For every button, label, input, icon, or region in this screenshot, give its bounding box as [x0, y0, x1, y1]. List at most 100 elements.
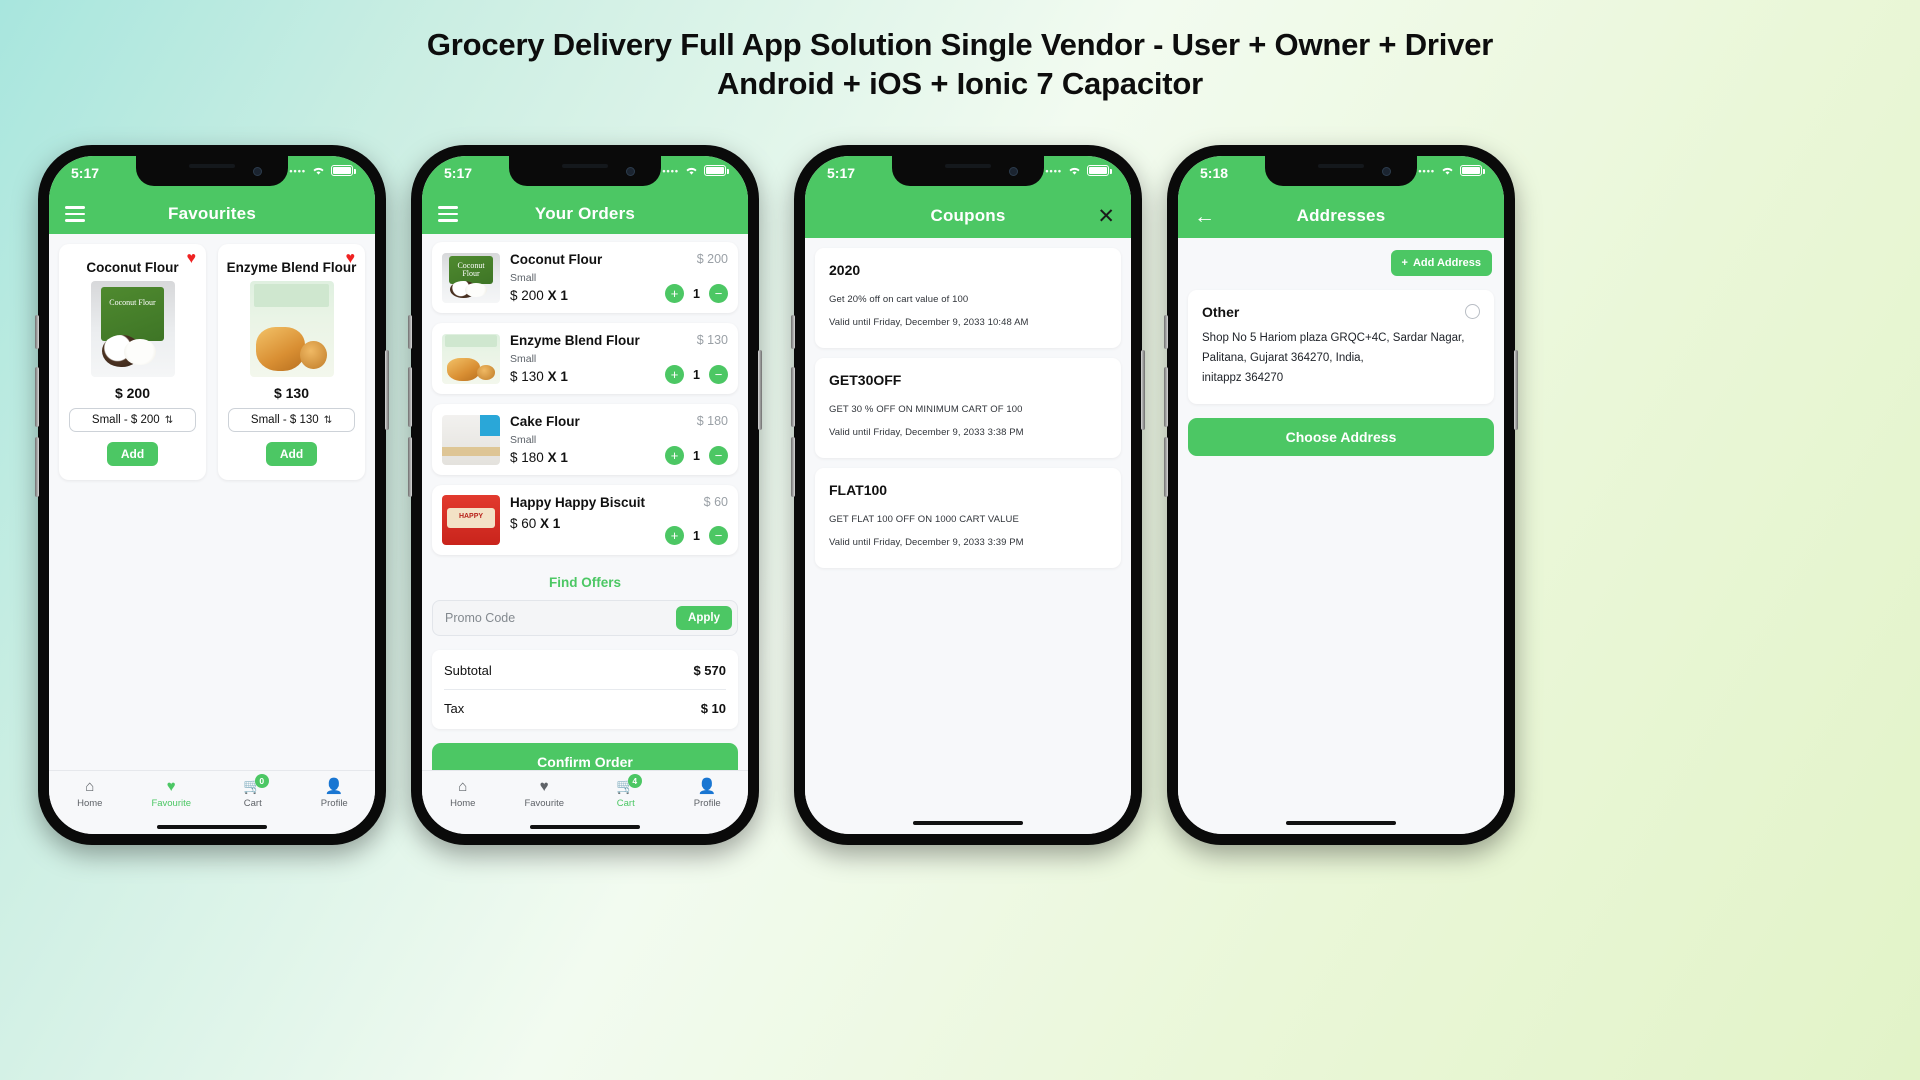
cart-icon: 🛒 [616, 777, 636, 795]
order-row: Coconut Flour Small $ 200 X 1 $ 200 + 1 … [432, 242, 738, 313]
apply-promo-button[interactable]: Apply [676, 606, 732, 630]
orders-body: Coconut Flour Small $ 200 X 1 $ 200 + 1 … [422, 234, 748, 770]
heart-icon: ♥ [539, 777, 549, 795]
tab-cart[interactable]: 4 🛒 Cart [585, 773, 667, 809]
header-title: Your Orders [534, 204, 636, 223]
close-icon[interactable]: ✕ [1097, 206, 1115, 227]
line-price: $ 130 [510, 369, 544, 384]
tab-favourite[interactable]: ♥ Favourite [131, 779, 213, 809]
coupon-validity: Valid until Friday, December 9, 2033 3:3… [829, 537, 1024, 548]
coupon-card[interactable]: FLAT100 GET FLAT 100 OFF ON 1000 CART VA… [815, 468, 1121, 568]
screen-coupons: 5:17 •••• Coupons ✕ 2020 Get 20% off on … [805, 156, 1131, 834]
tab-label: Profile [320, 797, 348, 809]
heart-icon[interactable]: ♥ [346, 250, 356, 268]
variant-select[interactable]: Small - $ 130 ⇅ [228, 408, 355, 432]
variant-value: Small - $ 130 [250, 414, 319, 426]
coupon-code: FLAT100 [829, 482, 888, 498]
line-multiplier: X 1 [547, 450, 568, 465]
battery-icon [704, 165, 729, 176]
find-offers-link[interactable]: Find Offers [422, 565, 748, 600]
phone-addresses: 5:18 •••• ← Addresses + Add Address Othe… [1164, 145, 1518, 845]
increase-quantity-button[interactable]: + [665, 446, 685, 465]
tab-home[interactable]: ⌂ Home [49, 779, 131, 809]
bottom-tab-bar: ⌂ Home ♥ Favourite 4 🛒 Cart 👤 Profile [422, 770, 748, 820]
tab-label: Home [77, 797, 103, 809]
favourite-card[interactable]: ♥ Coconut Flour $ 200 Small - $ 200 ⇅ Ad… [59, 244, 206, 480]
wifi-icon [684, 165, 699, 176]
add-to-cart-button[interactable]: Add [265, 442, 318, 466]
tab-favourite[interactable]: ♥ Favourite [504, 779, 586, 809]
favourite-card[interactable]: ♥ Enzyme Blend Flour $ 130 Small - $ 130… [218, 244, 365, 480]
tab-label: Cart [616, 797, 635, 809]
line-price: $ 200 [510, 288, 544, 303]
signal-icon: •••• [1418, 165, 1435, 176]
coupon-validity: Valid until Friday, December 9, 2033 3:3… [829, 427, 1024, 438]
choose-address-button[interactable]: Choose Address [1188, 418, 1494, 457]
heart-icon[interactable]: ♥ [187, 250, 197, 268]
decrease-quantity-button[interactable]: − [709, 365, 728, 384]
power-button[interactable] [1141, 350, 1145, 430]
add-address-label: Add Address [1412, 257, 1481, 269]
cart-badge: 0 [254, 773, 269, 788]
product-image [442, 252, 500, 303]
decrease-quantity-button[interactable]: − [709, 284, 728, 303]
decrease-quantity-button[interactable]: − [709, 526, 728, 545]
increase-quantity-button[interactable]: + [665, 526, 685, 545]
product-size: Small [510, 272, 537, 284]
app-header: Favourites [49, 194, 375, 234]
page-title: Grocery Delivery Full App Solution Singl… [0, 26, 1920, 104]
promo-code-row: Apply [432, 600, 738, 636]
address-card[interactable]: Other Shop No 5 Hariom plaza GRQC+4C, Sa… [1188, 290, 1494, 405]
volume-down-button[interactable] [791, 437, 795, 497]
signal-icon: •••• [662, 165, 679, 176]
increase-quantity-button[interactable]: + [665, 284, 685, 303]
line-multiplier: X 1 [547, 369, 568, 384]
phone-coupons: 5:17 •••• Coupons ✕ 2020 Get 20% off on … [791, 145, 1145, 845]
hamburger-icon[interactable] [438, 206, 458, 222]
coupon-card[interactable]: GET30OFF GET 30 % OFF ON MINIMUM CART OF… [815, 358, 1121, 458]
quantity-value: 1 [693, 286, 700, 301]
volume-down-button[interactable] [1164, 437, 1168, 497]
product-image [442, 495, 500, 545]
back-arrow-icon[interactable]: ← [1194, 206, 1215, 227]
power-button[interactable] [1514, 350, 1518, 430]
coupons-list: 2020 Get 20% off on cart value of 100 Va… [805, 238, 1131, 588]
tab-profile[interactable]: 👤 Profile [294, 779, 376, 809]
volume-down-button[interactable] [35, 437, 39, 497]
tab-profile[interactable]: 👤 Profile [667, 779, 749, 809]
decrease-quantity-button[interactable]: − [709, 446, 728, 465]
coupons-body: 2020 Get 20% off on cart value of 100 Va… [805, 238, 1131, 812]
increase-quantity-button[interactable]: + [665, 365, 685, 384]
address-radio[interactable] [1465, 304, 1480, 319]
product-name: Enzyme Blend Flour [510, 333, 640, 348]
address-line-1: Shop No 5 Hariom plaza GRQC+4C, Sardar N… [1202, 332, 1465, 344]
power-button[interactable] [758, 350, 762, 430]
order-row: Happy Happy Biscuit $ 60 X 1 $ 60 + 1 − [432, 485, 738, 555]
order-row: Enzyme Blend Flour Small $ 130 X 1 $ 130… [432, 323, 738, 394]
promo-code-input[interactable] [445, 611, 677, 625]
confirm-order-button[interactable]: Confirm Order [432, 743, 738, 770]
person-icon: 👤 [697, 777, 717, 795]
tab-home[interactable]: ⌂ Home [422, 779, 504, 809]
screen-addresses: 5:18 •••• ← Addresses + Add Address Othe… [1178, 156, 1504, 834]
line-multiplier: X 1 [540, 516, 561, 531]
hamburger-icon[interactable] [65, 206, 85, 222]
coupon-card[interactable]: 2020 Get 20% off on cart value of 100 Va… [815, 248, 1121, 348]
tab-label: Favourite [524, 797, 565, 809]
header-title: Favourites [168, 204, 256, 223]
heart-icon: ♥ [166, 777, 176, 795]
tax-value: $ 10 [700, 701, 726, 716]
power-button[interactable] [385, 350, 389, 430]
variant-select[interactable]: Small - $ 200 ⇅ [69, 408, 196, 432]
subtotal-row: Subtotal $ 570 [444, 652, 726, 689]
add-address-button[interactable]: + Add Address [1390, 250, 1492, 276]
tab-cart[interactable]: 0 🛒 Cart [212, 773, 294, 809]
status-time: 5:18 [1200, 165, 1229, 181]
orders-list: Coconut Flour Small $ 200 X 1 $ 200 + 1 … [422, 234, 748, 555]
product-price: $ 200 [114, 385, 151, 401]
coupon-code: GET30OFF [829, 372, 902, 388]
volume-down-button[interactable] [408, 437, 412, 497]
add-to-cart-button[interactable]: Add [106, 442, 159, 466]
battery-icon [1460, 165, 1485, 176]
product-name: Enzyme Blend Flour [226, 260, 357, 275]
